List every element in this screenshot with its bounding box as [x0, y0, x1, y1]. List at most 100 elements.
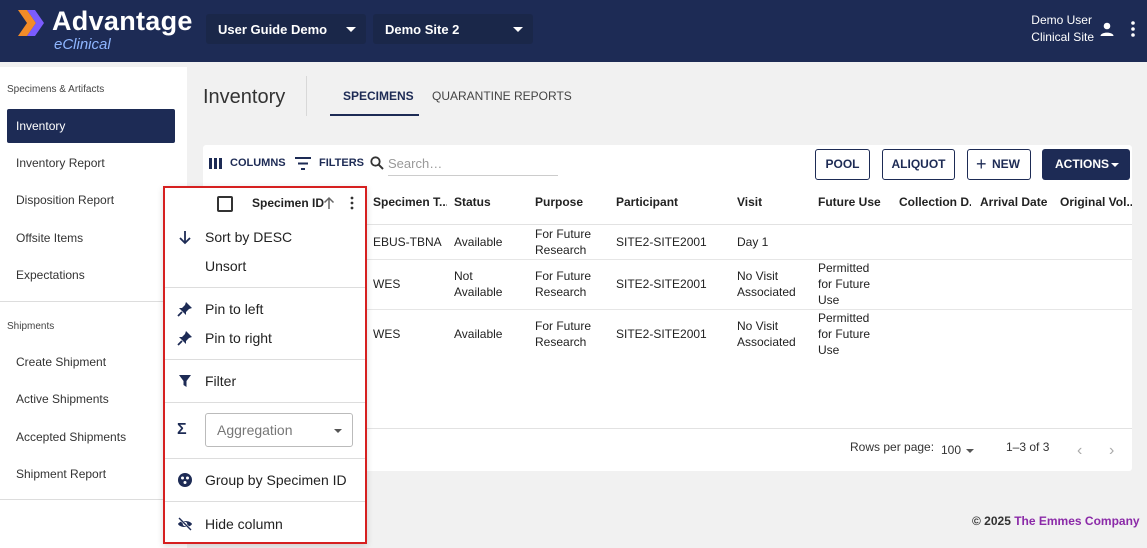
search-icon [370, 156, 384, 170]
column-header-specimen-id[interactable]: Specimen ID [252, 196, 324, 210]
filter-list-icon [295, 157, 311, 170]
app-logo[interactable]: Advantage eClinical [16, 6, 196, 56]
menu-hide-column[interactable]: Hide column [205, 516, 283, 532]
column-header-future-use[interactable]: Future Use [818, 195, 881, 209]
study-select[interactable]: User Guide Demo [206, 14, 366, 44]
copyright-text: © 2025 [972, 514, 1011, 528]
caret-down-icon [1111, 163, 1119, 167]
sidebar-section-shipments: Shipments [7, 321, 55, 332]
search-input[interactable] [388, 152, 558, 176]
sidebar-divider [0, 301, 187, 302]
caret-down-icon [334, 429, 342, 433]
row-divider [365, 259, 1132, 260]
aggregation-placeholder: Aggregation [217, 422, 293, 438]
select-all-checkbox[interactable] [217, 196, 233, 212]
menu-divider [165, 501, 365, 502]
cell-purpose: For Future Research [535, 227, 592, 257]
column-header-original-volume[interactable]: Original Vol... [1060, 195, 1132, 209]
column-header-collection-date[interactable]: Collection D... [899, 195, 971, 209]
site-select[interactable]: Demo Site 2 [373, 14, 533, 44]
sidebar-item-expectations[interactable]: Expectations [7, 258, 175, 292]
cell-status: Not Available [454, 269, 503, 299]
column-header-arrival-date[interactable]: Arrival Date [980, 195, 1047, 209]
more-vert-icon[interactable] [1127, 19, 1139, 39]
column-header-status[interactable]: Status [454, 195, 491, 209]
column-header-visit[interactable]: Visit [737, 195, 762, 209]
user-info: Demo User Clinical Site [1031, 12, 1094, 46]
grid-footer-divider [365, 428, 1132, 429]
filter-funnel-icon [179, 375, 191, 387]
user-icon[interactable] [1099, 21, 1115, 37]
pin-right-icon [177, 331, 192, 346]
sidebar-item-inventory[interactable]: Inventory [7, 109, 175, 143]
cell-future-use: Permitted for Future Use [818, 311, 871, 357]
copyright: © 2025 The Emmes Company [972, 514, 1140, 528]
pool-button[interactable]: POOL [815, 149, 870, 180]
cell-status: Available [454, 327, 503, 341]
sigma-icon: Σ [177, 421, 187, 438]
cell-participant: SITE2-SITE2001 [616, 327, 707, 341]
cell-specimen-type: WES [373, 327, 401, 341]
row-divider [365, 309, 1132, 310]
cell-participant: SITE2-SITE2001 [616, 277, 707, 291]
visibility-off-icon [178, 517, 192, 531]
sidebar-item-inventory-report[interactable]: Inventory Report [7, 146, 175, 180]
aliquot-button[interactable]: ALIQUOT [882, 149, 955, 180]
sidebar: Specimens & Artifacts Inventory Inventor… [0, 67, 187, 548]
cell-specimen-type: WES [373, 277, 401, 291]
sidebar-section-specimens: Specimens & Artifacts [7, 84, 105, 95]
title-separator [306, 76, 307, 116]
caret-down-icon [966, 449, 974, 453]
cell-purpose: For Future Research [535, 269, 592, 299]
menu-divider [165, 458, 365, 459]
new-button-label: NEW [992, 157, 1020, 171]
menu-divider [165, 402, 365, 403]
actions-button-label: ACTIONS [1055, 157, 1109, 171]
rows-per-page-select[interactable]: 100 [941, 443, 961, 457]
column-menu: Specimen ID Sort by DESC Unsort Pin to l… [163, 186, 367, 544]
arrow-up-icon[interactable] [323, 196, 335, 210]
chevron-right-icon[interactable]: › [1109, 442, 1114, 460]
sidebar-item-offsite-items[interactable]: Offsite Items [7, 221, 175, 255]
menu-filter[interactable]: Filter [205, 373, 236, 389]
menu-group-by[interactable]: Group by Specimen ID [205, 472, 347, 488]
menu-divider [165, 287, 365, 288]
filters-button[interactable]: FILTERS [319, 157, 364, 169]
arrow-down-icon [179, 231, 191, 245]
sidebar-item-disposition-report[interactable]: Disposition Report [7, 183, 175, 217]
chevron-down-icon [346, 27, 356, 32]
menu-pin-right[interactable]: Pin to right [205, 330, 272, 346]
chevron-down-icon [513, 27, 523, 32]
new-button[interactable]: + NEW [967, 149, 1031, 180]
chevron-left-icon[interactable]: ‹ [1077, 442, 1082, 460]
sidebar-divider [0, 499, 187, 500]
menu-pin-left[interactable]: Pin to left [205, 301, 263, 317]
column-header-participant[interactable]: Participant [616, 195, 678, 209]
aggregation-select[interactable]: Aggregation [205, 413, 353, 447]
menu-sort-desc[interactable]: Sort by DESC [205, 229, 292, 245]
column-header-purpose[interactable]: Purpose [535, 195, 583, 209]
site-select-value: Demo Site 2 [385, 22, 460, 37]
sidebar-item-create-shipment[interactable]: Create Shipment [7, 345, 175, 379]
sidebar-item-shipment-report[interactable]: Shipment Report [7, 457, 175, 491]
tab-quarantine-reports[interactable]: QUARANTINE REPORTS [432, 89, 572, 103]
group-work-icon [178, 473, 192, 487]
company-link[interactable]: The Emmes Company [1014, 514, 1139, 528]
sidebar-item-active-shipments[interactable]: Active Shipments [7, 382, 175, 416]
tab-specimens[interactable]: SPECIMENS [343, 89, 414, 103]
user-site: Clinical Site [1031, 30, 1094, 44]
columns-icon [209, 158, 222, 169]
cell-specimen-type: EBUS-TBNA [373, 235, 442, 249]
user-name: Demo User [1031, 13, 1092, 27]
study-select-value: User Guide Demo [218, 22, 328, 37]
cell-participant: SITE2-SITE2001 [616, 235, 707, 249]
column-header-specimen-type[interactable]: Specimen T... [373, 195, 447, 209]
cell-visit: No Visit Associated [737, 319, 796, 349]
top-app-bar: Advantage eClinical User Guide Demo Demo… [0, 0, 1147, 62]
cell-visit: Day 1 [737, 235, 769, 249]
actions-button[interactable]: ACTIONS [1042, 149, 1130, 180]
more-vert-icon[interactable] [350, 196, 354, 210]
columns-button[interactable]: COLUMNS [230, 157, 286, 169]
menu-unsort[interactable]: Unsort [205, 258, 246, 274]
sidebar-item-accepted-shipments[interactable]: Accepted Shipments [7, 420, 175, 454]
